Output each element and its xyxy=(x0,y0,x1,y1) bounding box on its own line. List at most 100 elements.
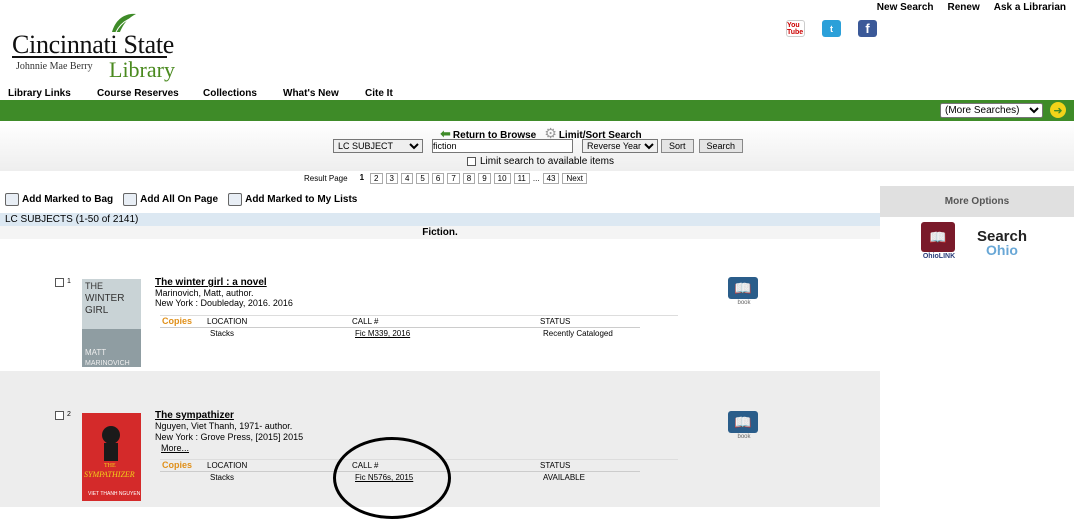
social-links: You Tube t f xyxy=(786,20,877,37)
cover-text: GIRL xyxy=(85,305,109,316)
record-number-label: 2 xyxy=(67,411,71,418)
copies-label: Copies xyxy=(162,316,193,326)
cover-text: MATT xyxy=(85,348,106,357)
search-ohio-logo[interactable]: Search Ohio xyxy=(976,228,1028,258)
ask-librarian-link[interactable]: Ask a Librarian xyxy=(994,2,1066,13)
ohiolink-logo[interactable]: 📖 OhioLINK xyxy=(921,222,957,266)
book-cover-image[interactable]: THE WINTER GIRL MATT MARINOVICH xyxy=(82,279,141,367)
cover-text: SYMPATHIZER xyxy=(84,470,135,479)
library-logo[interactable]: Cincinnati State Johnnie Mae Berry Libra… xyxy=(10,12,180,82)
location-value: Stacks xyxy=(210,473,235,482)
holdings-row: Stacks Fic M339, 2016 Recently Cataloged xyxy=(160,328,640,341)
copies-label: Copies xyxy=(162,460,193,470)
youtube-icon[interactable]: You Tube xyxy=(786,20,805,37)
result-pager: Result Page 1 2 3 4 5 6 7 8 9 10 11 ... … xyxy=(304,173,587,184)
material-type: 📖 book xyxy=(728,277,760,306)
add-all-on-page-button[interactable]: Add All On Page xyxy=(123,193,218,206)
search-type-select[interactable]: LC SUBJECT xyxy=(333,139,423,153)
nav-course-reserves[interactable]: Course Reserves xyxy=(97,88,179,99)
status-header: STATUS xyxy=(540,317,571,326)
search-button[interactable]: Search xyxy=(698,139,744,153)
twitter-icon[interactable]: t xyxy=(822,20,841,37)
page-link[interactable]: 9 xyxy=(478,173,491,184)
record-publication: New York : Grove Press, [2015] 2015 xyxy=(155,432,304,442)
page-ellipsis: ... xyxy=(532,174,540,183)
page-link[interactable]: 5 xyxy=(416,173,429,184)
twitter-label: t xyxy=(830,23,833,34)
youtube-label: You Tube xyxy=(787,21,804,36)
cover-text: VIET THANH NGUYEN xyxy=(88,491,141,497)
list-add-icon xyxy=(228,193,243,206)
location-header: LOCATION xyxy=(207,317,248,326)
limit-available-label: Limit search to available items xyxy=(480,156,614,167)
record-number: 2 xyxy=(55,411,71,420)
facebook-icon[interactable]: f xyxy=(858,20,877,37)
add-all-page-label: Add All On Page xyxy=(140,194,219,205)
result-record-1: 1 THE WINTER GIRL MATT MARINOVICH The wi… xyxy=(0,240,880,371)
status-header: STATUS xyxy=(540,461,571,470)
facebook-label: f xyxy=(865,21,870,36)
record-title-link[interactable]: The sympathizer xyxy=(155,410,234,421)
nav-collections[interactable]: Collections xyxy=(203,88,257,99)
page-link[interactable]: 6 xyxy=(431,173,445,184)
record-mark-checkbox[interactable] xyxy=(55,278,64,287)
record-number-label: 1 xyxy=(67,278,71,285)
record-publication: New York : Doubleday, 2016. 2016 xyxy=(155,298,293,308)
material-type: 📖 book xyxy=(728,411,760,440)
subject-count-bar: LC SUBJECTS (1-50 of 2141) xyxy=(0,213,880,226)
record-author: Nguyen, Viet Thanh, 1971- author. xyxy=(155,421,293,431)
nav-cite-it[interactable]: Cite It xyxy=(365,88,393,99)
book-cover-image[interactable]: THE SYMPATHIZER VIET THANH NGUYEN xyxy=(82,413,141,501)
page-link[interactable]: 3 xyxy=(385,173,398,184)
bag-add-icon xyxy=(5,193,19,206)
sort-select[interactable]: Reverse Year xyxy=(582,139,658,153)
location-value: Stacks xyxy=(210,329,235,338)
cover-text: MARINOVICH xyxy=(85,360,130,367)
next-page-link[interactable]: Next xyxy=(562,173,587,184)
search-panel: ⬅ Return to Browse ⚙ Limit/Sort Search LC … xyxy=(0,121,1074,171)
renew-link[interactable]: Renew xyxy=(948,2,980,13)
annotation-circle xyxy=(333,437,451,519)
nav-library-links[interactable]: Library Links xyxy=(8,88,71,99)
nav-whats-new[interactable]: What's New xyxy=(283,88,339,99)
go-arrow-icon[interactable]: ➜ xyxy=(1050,102,1066,118)
more-link[interactable]: More... xyxy=(161,443,189,453)
page-link[interactable]: 2 xyxy=(370,173,383,184)
page-link-last[interactable]: 43 xyxy=(542,173,560,184)
page-link[interactable]: 11 xyxy=(513,173,530,184)
page-current: 1 xyxy=(356,173,368,184)
record-number: 1 xyxy=(55,278,71,287)
search-fields: LC SUBJECT Reverse Year Sort Search xyxy=(333,139,744,153)
holdings-header: Copies LOCATION CALL # STATUS xyxy=(160,316,640,328)
location-header: LOCATION xyxy=(207,461,248,470)
sort-button[interactable]: Sort xyxy=(661,139,694,153)
logo-subtitle: Johnnie Mae Berry xyxy=(16,61,93,72)
page-link[interactable]: 7 xyxy=(447,173,460,184)
record-separator xyxy=(160,315,678,316)
material-type-label: book xyxy=(737,300,751,306)
top-links: New Search Renew Ask a Librarian xyxy=(877,2,1066,13)
add-marked-lists-label: Add Marked to My Lists xyxy=(245,194,358,205)
status-value: Recently Cataloged xyxy=(543,329,613,338)
cover-text: WINTER xyxy=(85,293,124,304)
page-link[interactable]: 4 xyxy=(400,173,414,184)
call-number-link[interactable]: Fic M339, 2016 xyxy=(355,329,410,338)
new-search-link[interactable]: New Search xyxy=(877,2,934,13)
limit-available: Limit search to available items xyxy=(467,156,614,167)
record-mark-checkbox[interactable] xyxy=(55,411,64,420)
page-link[interactable]: 8 xyxy=(462,173,476,184)
page-link[interactable]: 10 xyxy=(493,173,511,184)
green-bar: (More Searches) ➜ xyxy=(0,100,1074,121)
search-input[interactable] xyxy=(432,139,573,153)
more-searches-select[interactable]: (More Searches) xyxy=(940,103,1043,118)
add-marked-to-lists-button[interactable]: Add Marked to My Lists xyxy=(228,193,357,206)
status-value: AVAILABLE xyxy=(543,473,585,482)
ohiolink-label: OhioLINK xyxy=(922,253,956,260)
limit-available-checkbox[interactable] xyxy=(467,157,476,166)
call-header: CALL # xyxy=(352,317,379,326)
add-marked-to-bag-button[interactable]: Add Marked to Bag xyxy=(5,193,113,206)
holdings-table: Copies LOCATION CALL # STATUS Stacks Fic… xyxy=(160,316,640,341)
ohiolink-book-icon: 📖 xyxy=(921,222,955,252)
record-title-link[interactable]: The winter girl : a novel xyxy=(155,277,267,288)
more-options-panel: More Options 📖 OhioLINK Search Ohio xyxy=(880,186,1074,521)
